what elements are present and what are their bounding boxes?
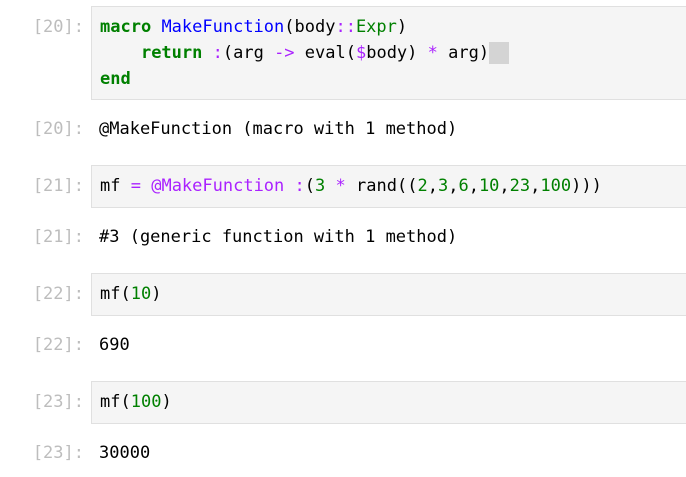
code-text: mf [100, 176, 131, 196]
code-text: (arg [222, 43, 275, 63]
operator: * [427, 43, 438, 63]
code-line: mf(10) [100, 283, 161, 305]
code-text: ) [151, 284, 162, 304]
function-name: MakeFunction [161, 17, 285, 37]
code-line: macro MakeFunction(body::Expr) [100, 16, 407, 38]
code-text: , [427, 176, 438, 196]
code-text: , [530, 176, 541, 196]
code-text: arg) [437, 43, 490, 63]
code-cell-input-21[interactable]: mf = @MakeFunction :(3 * rand((2,3,6,10,… [91, 165, 686, 208]
code-cell-input-22[interactable]: mf(10) [91, 273, 686, 316]
code-text: body) [366, 43, 428, 63]
keyword-end: end [100, 69, 131, 89]
input-prompt-21: [21]: [32, 176, 84, 196]
code-text: ) [396, 17, 408, 37]
code-text: , [448, 176, 459, 196]
cell-output-21: #3 (generic function with 1 method) [99, 227, 458, 247]
number-literal: 100 [540, 176, 572, 196]
code-text: ( [304, 176, 316, 196]
operator: * [335, 176, 346, 196]
output-prompt-21: [21]: [32, 227, 84, 247]
operator: -> [274, 43, 295, 63]
input-prompt-20: [20]: [32, 17, 84, 37]
input-prompt-22: [22]: [32, 284, 84, 304]
code-text: eval( [294, 43, 356, 63]
input-prompt-23: [23]: [32, 392, 84, 412]
code-cell-input-23[interactable]: mf(100) [91, 381, 686, 424]
cell-output-22: 690 [99, 335, 130, 355]
code-line: return :(arg -> eval($body) * arg) [100, 42, 510, 64]
code-text: ) [161, 392, 172, 412]
code-text: (body [284, 17, 336, 37]
cell-output-23: 30000 [99, 443, 151, 463]
output-prompt-22: [22]: [32, 335, 84, 355]
number-literal: 10 [130, 284, 152, 304]
code-cell-input-20[interactable]: macro MakeFunction(body::Expr) return :(… [91, 6, 686, 100]
code-text: mf( [100, 284, 131, 304]
output-prompt-20: [20]: [32, 119, 84, 139]
output-prompt-23: [23]: [32, 443, 84, 463]
number-literal: 23 [509, 176, 531, 196]
code-text: , [468, 176, 479, 196]
number-literal: 6 [458, 176, 469, 196]
operator: : [212, 43, 223, 63]
number-literal: 3 [315, 176, 326, 196]
code-text: rand(( [345, 176, 418, 196]
number-literal: 3 [437, 176, 449, 196]
code-line: mf(100) [100, 391, 172, 413]
operator: $ [355, 43, 367, 63]
operator: : [294, 176, 305, 196]
keyword-return: return [140, 43, 203, 63]
text-cursor [489, 42, 510, 64]
keyword-macro: macro [100, 17, 152, 37]
macro-call: @MakeFunction [151, 176, 285, 196]
operator: = [130, 176, 141, 196]
number-literal: 2 [417, 176, 428, 196]
code-line: mf = @MakeFunction :(3 * rand((2,3,6,10,… [100, 175, 602, 197]
code-line: end [100, 68, 131, 90]
code-text: , [499, 176, 510, 196]
type-name: Expr [355, 17, 397, 37]
number-literal: 10 [478, 176, 500, 196]
number-literal: 100 [130, 392, 162, 412]
code-text: mf( [100, 392, 131, 412]
code-text: ))) [571, 176, 602, 196]
cell-output-20: @MakeFunction (macro with 1 method) [99, 119, 458, 139]
operator: :: [335, 17, 356, 37]
